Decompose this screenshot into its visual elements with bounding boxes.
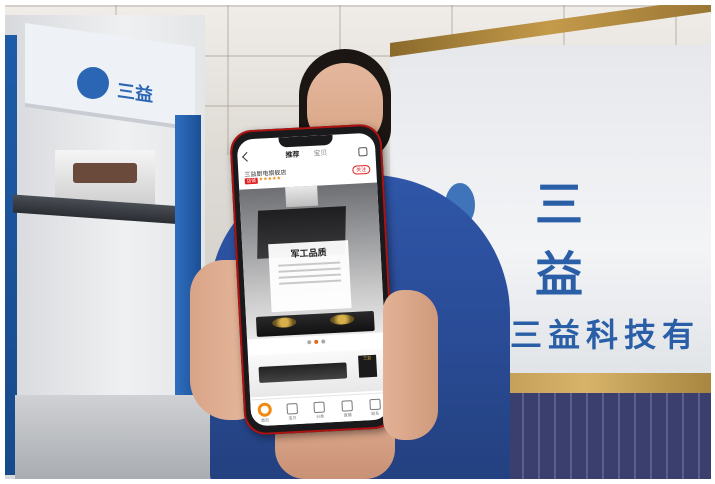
nav-category[interactable]: 分类 (310, 401, 329, 420)
category-icon (313, 401, 326, 413)
product-brand-tag: 三益 (358, 354, 378, 378)
phone-screen: 推荐 宝贝 三益厨电旗舰店 店铺 ★★★★★ 关注 军工品质 三益 首页 宝贝 … (236, 132, 390, 427)
promo-title: 军工品质 (290, 248, 327, 261)
nav-live[interactable]: 直播 (338, 399, 357, 418)
nav-label: 宝贝 (288, 414, 297, 420)
follow-button[interactable]: 关注 (352, 164, 371, 175)
tab-recommend[interactable]: 推荐 (285, 150, 300, 165)
right-wall-company-name: 三益科技有 (510, 316, 701, 354)
left-sign-text: 三益 (117, 80, 153, 107)
right-wall-sign: 三 益 (535, 177, 610, 303)
products-icon (286, 402, 298, 415)
nav-contact[interactable]: 联系 (365, 398, 384, 417)
carousel-dot[interactable] (307, 340, 312, 345)
shop-rating-stars: ★★★★★ (258, 175, 282, 183)
nav-label: 首页 (260, 417, 270, 423)
promo-text-line (279, 279, 342, 285)
nav-label: 直播 (343, 411, 352, 418)
range-hood-panel (73, 163, 137, 183)
promo-text-line (278, 261, 341, 267)
person-right-hand (383, 290, 438, 440)
home-icon (257, 402, 272, 418)
banner-hood-chimney (285, 185, 319, 208)
promo-text-line (278, 267, 341, 273)
shop-badge: 店铺 (244, 177, 258, 185)
share-icon[interactable] (358, 146, 368, 157)
carousel-dot[interactable] (321, 339, 326, 344)
nav-products[interactable]: 宝贝 (283, 402, 302, 421)
brand-logo-icon (77, 67, 109, 99)
smartphone: 推荐 宝贝 三益厨电旗舰店 店铺 ★★★★★ 关注 军工品质 三益 首页 宝贝 … (229, 123, 397, 436)
tab-products[interactable]: 宝贝 (313, 148, 328, 163)
nav-home[interactable]: 首页 (255, 402, 274, 424)
bottom-nav: 首页 宝贝 分类 直播 联系 (250, 392, 390, 427)
carousel-dot-active[interactable] (314, 339, 319, 345)
display-counter (15, 395, 215, 479)
photo: 三益 三 益 三益科技有 推荐 宝贝 三益厨电旗舰店 店铺 ★★★★★ 关注 军… (5, 5, 711, 479)
promo-text-line (278, 273, 341, 279)
chat-icon (368, 398, 381, 410)
live-icon (341, 399, 353, 412)
nav-label: 联系 (371, 410, 380, 416)
phone-notch (278, 134, 333, 148)
nav-label: 分类 (316, 413, 325, 419)
promo-card: 军工品质 (268, 240, 352, 313)
